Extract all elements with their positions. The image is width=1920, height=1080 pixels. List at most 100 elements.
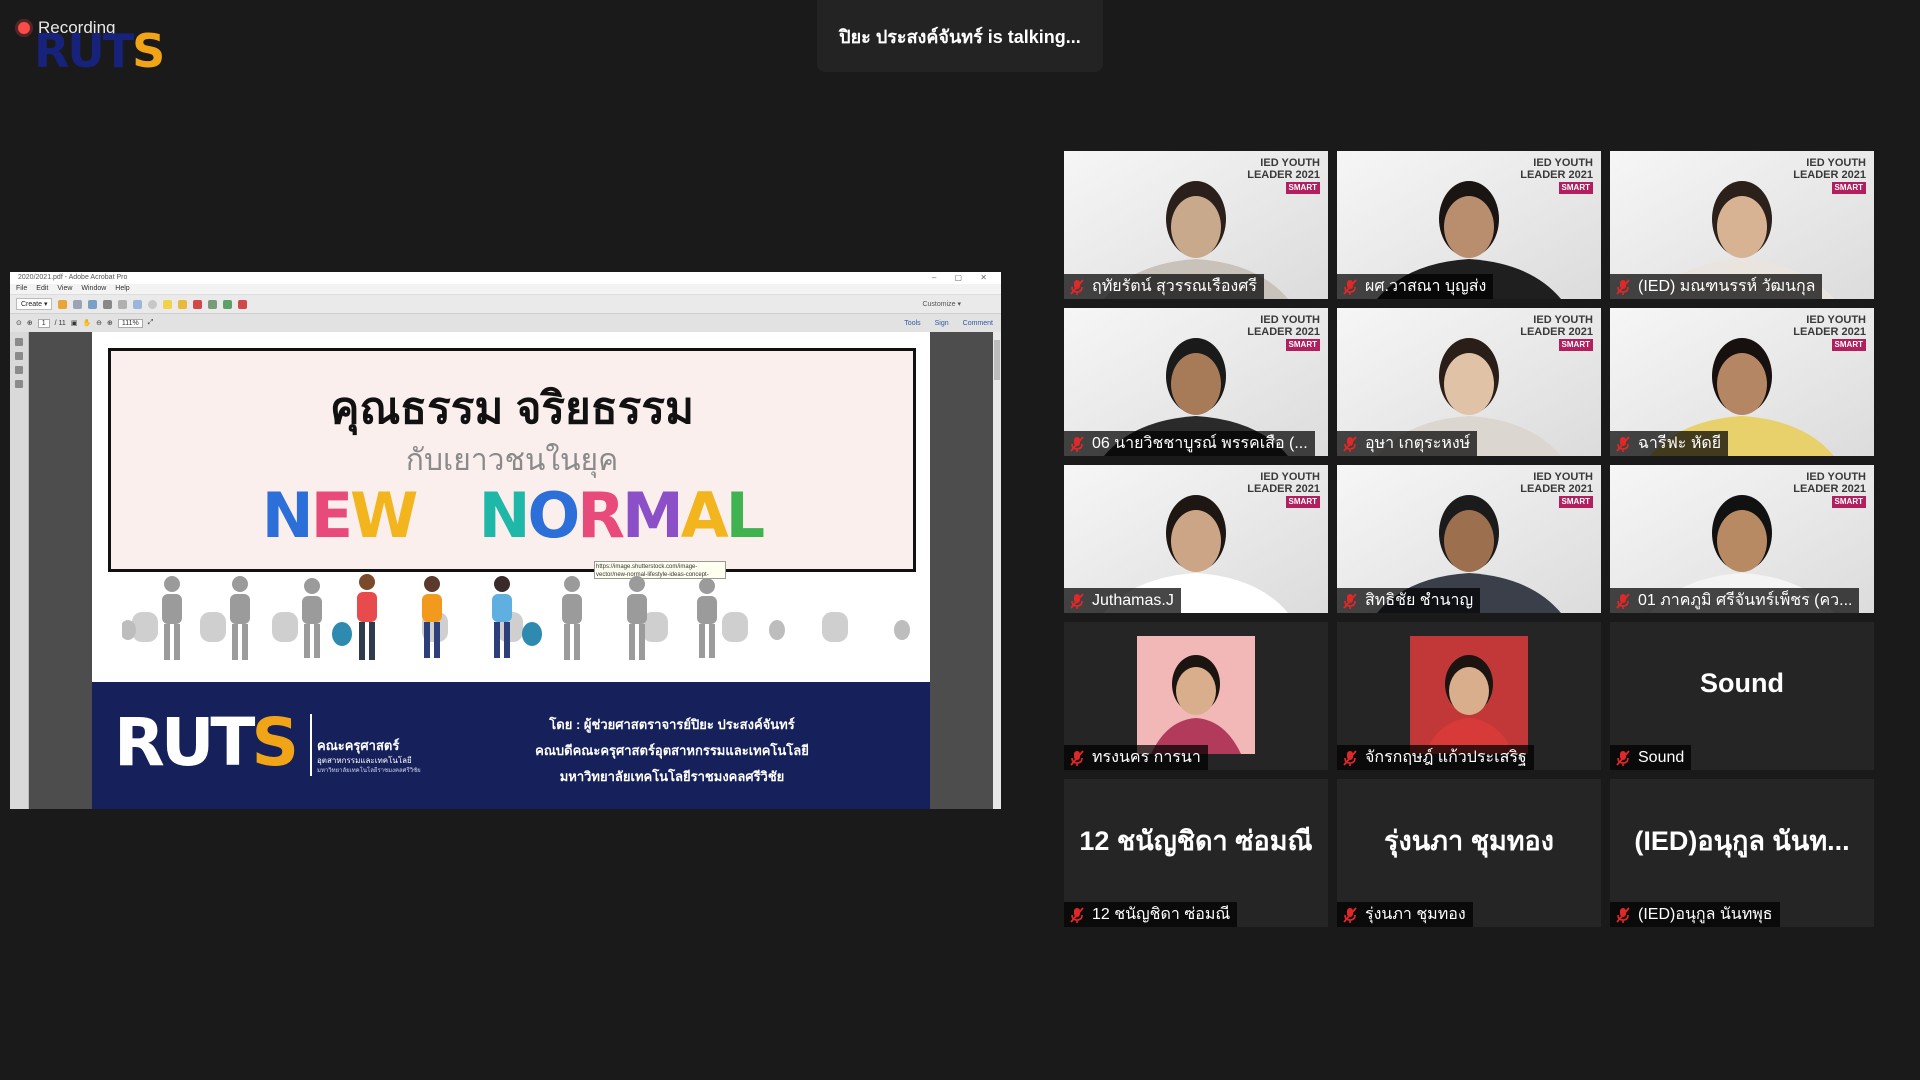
hand-tool-icon[interactable]: ✋ bbox=[82, 319, 91, 327]
edit-icon[interactable] bbox=[118, 299, 128, 309]
page-number-input[interactable]: 1 bbox=[37, 318, 50, 328]
university-subtitle: มหาวิทยาลัยเทคโนโลยีราชมงคลศรีวิชัย bbox=[317, 768, 421, 774]
document-area: คุณธรรม จริยธรรม กับเยาวชนในยุค NEW NORM… bbox=[10, 332, 1001, 809]
participant-name-label: Juthamas.J bbox=[1064, 588, 1181, 613]
customize-button[interactable]: Customize ▾ bbox=[922, 300, 961, 308]
highlight-icon[interactable] bbox=[178, 299, 188, 309]
sign-tab[interactable]: Sign bbox=[935, 320, 949, 327]
fit-page-icon[interactable]: ⤢ bbox=[148, 319, 154, 327]
select-tool-icon[interactable]: ▣ bbox=[71, 319, 78, 327]
mic-muted-icon bbox=[1343, 749, 1357, 766]
zoom-out-icon[interactable]: ⊖ bbox=[96, 319, 102, 327]
backdrop-logo: IED YOUTH LEADER 2021 SMART bbox=[1520, 471, 1593, 508]
presenter-info: โดย : ผู้ช่วยศาสตราจารย์ปิยะ ประสงค์จันท… bbox=[512, 712, 832, 790]
participant-tile[interactable]: IED YOUTH LEADER 2021 SMART ผศ.วาสณา บุญส่ง bbox=[1337, 151, 1601, 299]
backdrop-logo: IED YOUTH LEADER 2021 SMART bbox=[1793, 471, 1866, 508]
new-normal-lettering: NEW NORMAL bbox=[261, 479, 765, 552]
slide-top: คุณธรรม จริยธรรม กับเยาวชนในยุค NEW NORM… bbox=[92, 332, 930, 682]
acrobat-title: 2020/2021.pdf - Adobe Acrobat Pro bbox=[18, 274, 128, 281]
upload-icon[interactable] bbox=[88, 299, 98, 309]
participant-name-label: 01 ภาคภูมิ ศรีจันทร์เพ็ชร (คว... bbox=[1610, 588, 1860, 613]
participant-tile[interactable]: IED YOUTH LEADER 2021 SMART ฉารีฟะ หัดยี bbox=[1610, 308, 1874, 456]
participant-tile[interactable]: IED YOUTH LEADER 2021 SMART (IED) มณฑนรรห์ … bbox=[1610, 151, 1874, 299]
presenter-line: มหาวิทยาลัยเทคโนโลยีราชมงคลศรีวิชัย bbox=[559, 769, 785, 784]
record-icon bbox=[18, 22, 30, 34]
settings-icon[interactable] bbox=[148, 299, 158, 309]
mic-muted-icon bbox=[1616, 435, 1630, 452]
slide-footer: RUTS คณะครุศาสตร์ อุตสาหกรรมและเทคโนโลยี… bbox=[92, 682, 930, 809]
backdrop-logo: IED YOUTH LEADER 2021 SMART bbox=[1247, 157, 1320, 194]
print-icon[interactable] bbox=[103, 299, 113, 309]
navigation-panel[interactable] bbox=[10, 332, 29, 809]
participant-name: ฉารีฟะ หัดยี bbox=[1638, 435, 1722, 452]
participant-tile[interactable]: IED YOUTH LEADER 2021 SMART อุษา เกตุระหงษ์ bbox=[1337, 308, 1601, 456]
open-icon[interactable] bbox=[58, 299, 68, 309]
participant-name-label: อุษา เกตุระหงษ์ bbox=[1337, 431, 1478, 456]
tools-tab[interactable]: Tools bbox=[904, 320, 920, 327]
participant-tile[interactable]: Sound Sound bbox=[1610, 622, 1874, 770]
menu-file[interactable]: File bbox=[16, 284, 27, 294]
participant-tile[interactable]: IED YOUTH LEADER 2021 SMART 01 ภาคภูมิ ศรีจ… bbox=[1610, 465, 1874, 613]
pdf-icon[interactable] bbox=[238, 299, 248, 309]
menu-view[interactable]: View bbox=[57, 284, 72, 294]
participant-name-label: ฤทัยรัตน์ สุวรรณเรืองศรี bbox=[1064, 274, 1264, 299]
mic-muted-icon bbox=[1070, 278, 1084, 295]
window-controls[interactable]: – ▢ ✕ bbox=[932, 272, 995, 284]
email-icon[interactable] bbox=[133, 299, 143, 309]
pdf-page: คุณธรรม จริยธรรม กับเยาวชนในยุค NEW NORM… bbox=[92, 332, 930, 809]
comment-tab[interactable]: Comment bbox=[963, 320, 993, 327]
participant-tile[interactable]: IED YOUTH LEADER 2021 SMART ฤทัยรัตน์ สุวรร… bbox=[1064, 151, 1328, 299]
participant-name-label: รุ่งนภา ชุมทอง bbox=[1337, 902, 1473, 927]
participant-name: 12 ชนัญชิดา ซ่อมณี bbox=[1092, 906, 1231, 923]
participant-name-label: 06 นายวิชชาบูรณ์ พรรคเสือ (... bbox=[1064, 431, 1315, 456]
page-total: / 11 bbox=[54, 319, 66, 327]
participant-tile[interactable]: IED YOUTH LEADER 2021 SMART 06 นายวิชชาบูรณ… bbox=[1064, 308, 1328, 456]
mic-muted-icon bbox=[1616, 278, 1630, 295]
participant-name-label: ฉารีฟะ หัดยี bbox=[1610, 431, 1729, 456]
slide-title: คุณธรรม จริยธรรม bbox=[330, 384, 694, 433]
backdrop-logo: IED YOUTH LEADER 2021 SMART bbox=[1520, 314, 1593, 351]
menu-window[interactable]: Window bbox=[81, 284, 106, 294]
participant-name: ทรงนคร การนา bbox=[1092, 749, 1201, 766]
participant-name: Sound bbox=[1638, 748, 1685, 766]
menu-help[interactable]: Help bbox=[115, 284, 129, 294]
participant-name: จักรกฤษฎ์ แก้วประเสริฐ bbox=[1365, 749, 1527, 766]
comment-icon[interactable] bbox=[163, 299, 173, 309]
participant-tile[interactable]: (IED)อนุกูล นันท... (IED)อนุกูล นันทพุธ bbox=[1610, 779, 1874, 927]
participant-tile[interactable]: ทรงนคร การนา bbox=[1064, 622, 1328, 770]
participant-tile[interactable]: IED YOUTH LEADER 2021 SMART สิทธิชัย ชำนาญ bbox=[1337, 465, 1601, 613]
backdrop-logo: IED YOUTH LEADER 2021 SMART bbox=[1247, 314, 1320, 351]
participant-name-label: จักรกฤษฎ์ แก้วประเสริฐ bbox=[1337, 745, 1534, 770]
menu-edit[interactable]: Edit bbox=[36, 284, 48, 294]
zoom-field[interactable]: 111% bbox=[117, 318, 143, 328]
create-button[interactable]: Create ▾ bbox=[16, 298, 53, 310]
mic-muted-icon bbox=[1616, 749, 1630, 766]
stamp-icon[interactable] bbox=[193, 299, 203, 309]
participant-name: สิทธิชัย ชำนาญ bbox=[1365, 592, 1474, 609]
participant-name-label: (IED)อนุกูล นันทพุธ bbox=[1610, 902, 1780, 927]
scroll-thumb[interactable] bbox=[994, 340, 1000, 380]
save-icon[interactable] bbox=[73, 299, 83, 309]
mic-muted-icon bbox=[1343, 278, 1357, 295]
zoom-in-icon[interactable]: ⊕ bbox=[107, 319, 113, 327]
participant-tile[interactable]: 12 ชนัญชิดา ซ่อมณี 12 ชนัญชิดา ซ่อมณี bbox=[1064, 779, 1328, 927]
prev-page-icon[interactable]: ⊙ bbox=[16, 319, 22, 327]
export-icon[interactable] bbox=[223, 299, 233, 309]
active-speaker-banner: ปิยะ ประสงค์จันทร์ is talking... bbox=[817, 0, 1103, 72]
mic-muted-icon bbox=[1616, 592, 1630, 609]
participant-name: Juthamas.J bbox=[1092, 591, 1174, 609]
backdrop-logo: IED YOUTH LEADER 2021 SMART bbox=[1793, 157, 1866, 194]
attach-icon[interactable] bbox=[208, 299, 218, 309]
participant-name: (IED)อนุกูล นันทพุธ bbox=[1638, 906, 1773, 923]
participant-tile[interactable]: รุ่งนภา ชุมทอง รุ่งนภา ชุมทอง bbox=[1337, 779, 1601, 927]
backdrop-logo: IED YOUTH LEADER 2021 SMART bbox=[1247, 471, 1320, 508]
faculty-name: คณะครุศาสตร์ bbox=[317, 738, 400, 753]
footer-divider bbox=[310, 714, 312, 776]
acrobat-titlebar: 2020/2021.pdf - Adobe Acrobat Pro – ▢ ✕ bbox=[10, 272, 1001, 284]
participant-tile[interactable]: IED YOUTH LEADER 2021 SMART Juthamas.J bbox=[1064, 465, 1328, 613]
backdrop-logo: IED YOUTH LEADER 2021 SMART bbox=[1793, 314, 1866, 351]
vertical-scrollbar[interactable] bbox=[993, 332, 1001, 809]
participant-tile[interactable]: จักรกฤษฎ์ แก้วประเสริฐ bbox=[1337, 622, 1601, 770]
people-illustration bbox=[122, 574, 910, 660]
next-page-icon[interactable]: ⊕ bbox=[27, 319, 33, 327]
